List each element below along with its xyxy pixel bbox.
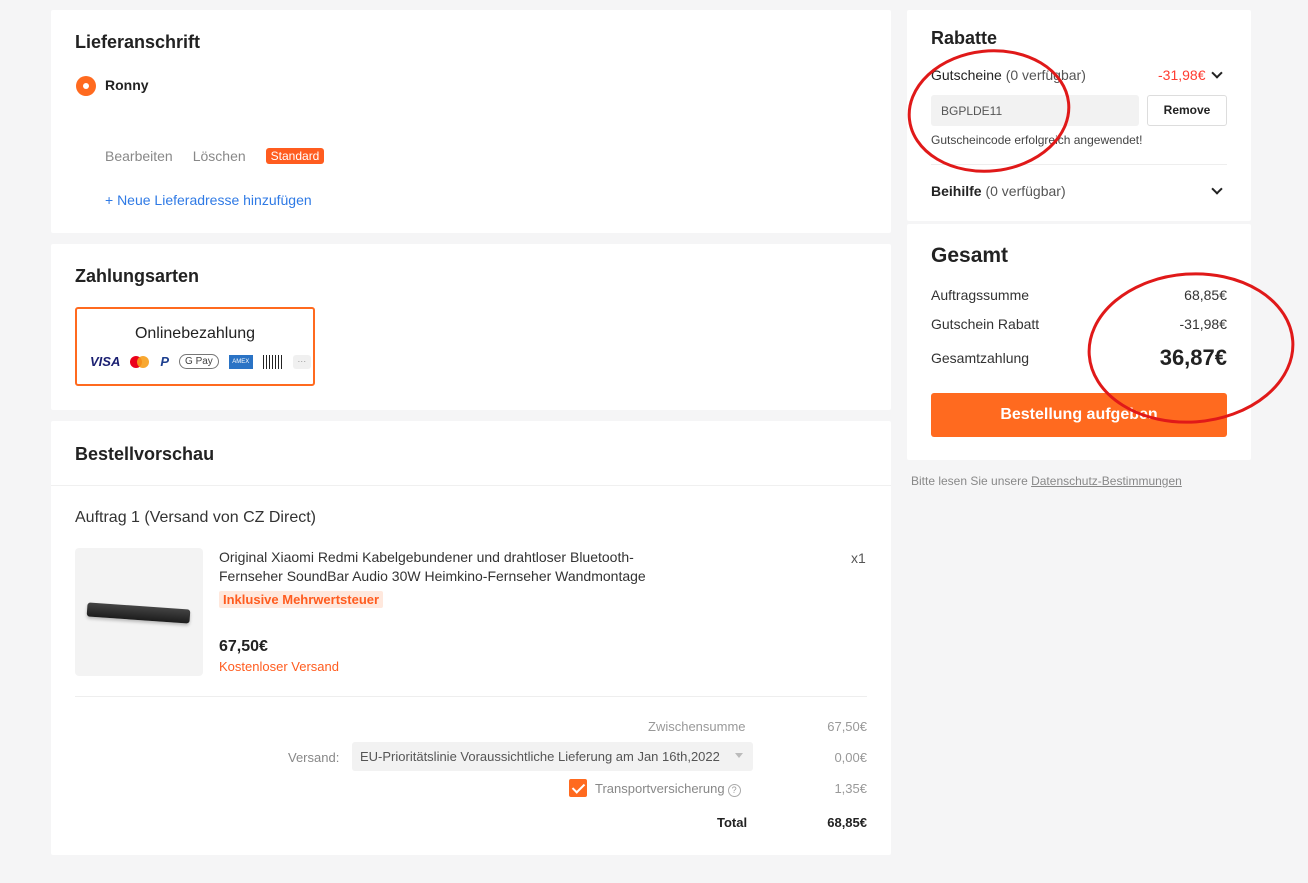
payment-icons: VISA P G Pay AMEX ··· bbox=[90, 354, 311, 369]
order-sum-label: Auftragssumme bbox=[931, 287, 1030, 303]
order-preview-card: Bestellvorschau Auftrag 1 (Versand von C… bbox=[51, 421, 891, 855]
discounts-title: Rabatte bbox=[931, 28, 998, 48]
online-payment-option[interactable]: Onlinebezahlung VISA P G Pay AMEX ··· bbox=[75, 307, 315, 386]
coupon-discount-value: -31,98€ bbox=[1158, 67, 1206, 83]
subtotal-label: Zwischensumme bbox=[648, 719, 746, 734]
coupon-label: Gutscheine bbox=[931, 67, 1002, 83]
order-preview-title: Bestellvorschau bbox=[75, 444, 215, 464]
address-radio-selected[interactable] bbox=[76, 76, 96, 96]
total-card: Gesamt Auftragssumme 68,85€ Gutschein Ra… bbox=[907, 224, 1251, 460]
insurance-value: 1,35€ bbox=[834, 781, 867, 796]
coupon-success-message: Gutscheincode erfolgreich angewendet! bbox=[931, 133, 1143, 147]
coupon-code-input[interactable]: BGPLDE11 bbox=[931, 95, 1139, 126]
product-image[interactable] bbox=[75, 548, 203, 676]
order-title: Auftrag 1 (Versand von CZ Direct) bbox=[75, 509, 316, 526]
shipping-label: Versand: bbox=[288, 750, 340, 765]
place-order-button[interactable]: Bestellung aufgeben bbox=[931, 393, 1227, 437]
order-sum-row: Auftragssumme 68,85€ bbox=[931, 287, 1227, 303]
total-value: 68,85€ bbox=[827, 815, 867, 830]
privacy-link[interactable]: Datenschutz-Bestimmungen bbox=[1031, 474, 1182, 488]
google-pay-icon: G Pay bbox=[179, 354, 219, 369]
grand-total-label: Gesamtzahlung bbox=[931, 350, 1030, 366]
remove-coupon-button[interactable]: Remove bbox=[1147, 95, 1227, 126]
product-price: 67,50€ bbox=[219, 638, 268, 655]
grand-total-row: Gesamtzahlung 36,87€ bbox=[931, 345, 1227, 371]
shipping-method-value: EU-Prioritätslinie Voraussichtliche Lief… bbox=[360, 749, 720, 764]
product-quantity: x1 bbox=[851, 550, 866, 566]
paypal-icon: P bbox=[160, 354, 170, 369]
allowance-toggle[interactable]: Beihilfe (0 verfügbar) bbox=[931, 183, 1066, 199]
discounts-card: Rabatte Gutscheine (0 verfügbar) -31,98€… bbox=[907, 10, 1251, 221]
vat-badge: Inklusive Mehrwertsteuer bbox=[219, 591, 384, 608]
privacy-prefix: Bitte lesen Sie unsere bbox=[911, 474, 1028, 488]
free-shipping-label: Kostenloser Versand bbox=[219, 659, 339, 674]
edit-address-link[interactable]: Bearbeiten bbox=[105, 148, 173, 164]
online-payment-label: Onlinebezahlung bbox=[134, 325, 256, 342]
payment-methods-card: Zahlungsarten Onlinebezahlung VISA P G P… bbox=[51, 244, 891, 410]
visa-icon: VISA bbox=[90, 354, 121, 369]
amex-icon: AMEX bbox=[228, 354, 253, 369]
subtotal-value: 67,50€ bbox=[827, 719, 867, 734]
coupon-discount-amount: -31,98€ bbox=[1179, 316, 1227, 332]
more-icon: ··· bbox=[292, 354, 311, 369]
grand-total-value: 36,87€ bbox=[1159, 345, 1227, 370]
chevron-down-icon[interactable] bbox=[1211, 183, 1223, 195]
insurance-label-wrap: Transportversicherung? bbox=[595, 781, 741, 797]
mastercard-icon bbox=[130, 355, 150, 368]
order-sum-value: 68,85€ bbox=[1184, 287, 1227, 303]
divider bbox=[931, 164, 1227, 165]
add-address-link[interactable]: + Neue Lieferadresse hinzufügen bbox=[105, 192, 312, 208]
allowance-available: (0 verfügbar) bbox=[985, 183, 1066, 199]
shipping-method-select[interactable]: EU-Prioritätslinie Voraussichtliche Lief… bbox=[352, 742, 753, 771]
payment-methods-title: Zahlungsarten bbox=[75, 266, 200, 286]
shipping-address-card: Lieferanschrift Ronny Bearbeiten Löschen… bbox=[51, 10, 891, 233]
coupon-discount-label: Gutschein Rabatt bbox=[931, 316, 1040, 332]
help-icon[interactable]: ? bbox=[727, 784, 741, 797]
coupon-toggle[interactable]: Gutscheine (0 verfügbar) bbox=[931, 67, 1086, 83]
chevron-down-icon[interactable] bbox=[1211, 67, 1223, 79]
divider bbox=[75, 696, 867, 697]
coupon-available: (0 verfügbar) bbox=[1005, 67, 1086, 83]
shipping-address-title: Lieferanschrift bbox=[75, 32, 201, 52]
default-address-badge: Standard bbox=[265, 148, 325, 164]
allowance-label: Beihilfe bbox=[931, 183, 982, 199]
address-actions: Bearbeiten Löschen Standard bbox=[105, 148, 344, 164]
insurance-checkbox[interactable] bbox=[569, 779, 587, 797]
chevron-down-icon bbox=[735, 753, 743, 758]
product-name[interactable]: Original Xiaomi Redmi Kabelgebundener un… bbox=[219, 548, 689, 586]
address-name: Ronny bbox=[105, 77, 149, 93]
total-label: Total bbox=[717, 815, 748, 830]
divider bbox=[51, 485, 891, 486]
barcode-icon bbox=[262, 354, 283, 369]
shipping-value: 0,00€ bbox=[834, 750, 867, 765]
insurance-label: Transportversicherung bbox=[595, 781, 725, 796]
coupon-discount-row: Gutschein Rabatt -31,98€ bbox=[931, 316, 1227, 332]
total-title: Gesamt bbox=[931, 244, 1009, 267]
delete-address-link[interactable]: Löschen bbox=[193, 148, 246, 164]
privacy-note: Bitte lesen Sie unsere Datenschutz-Besti… bbox=[911, 474, 1182, 488]
soundbar-image bbox=[86, 602, 191, 624]
